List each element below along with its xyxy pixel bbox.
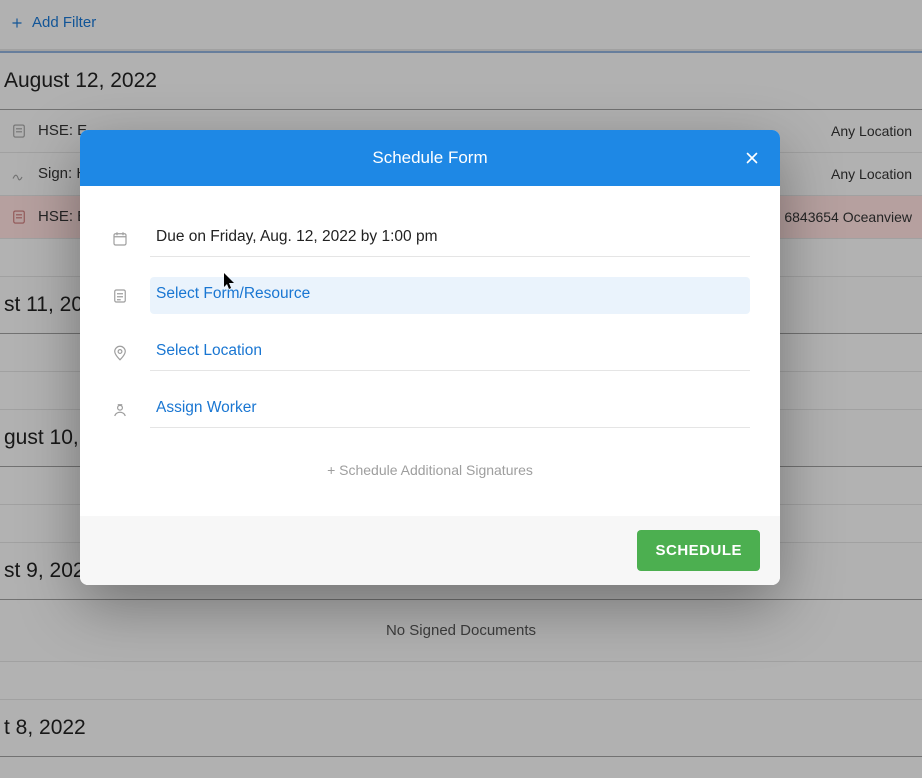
modal-footer: SCHEDULE [80, 516, 780, 585]
close-button[interactable] [738, 144, 766, 172]
select-form-link[interactable]: Select Form/Resource [150, 277, 750, 314]
modal-title: Schedule Form [372, 148, 487, 168]
modal-header: Schedule Form [80, 130, 780, 186]
schedule-form-modal: Schedule Form Due on Friday, Aug. 12, 20… [80, 130, 780, 585]
due-date-row[interactable]: Due on Friday, Aug. 12, 2022 by 1:00 pm [110, 210, 750, 267]
due-date-value: Due on Friday, Aug. 12, 2022 by 1:00 pm [150, 220, 750, 257]
schedule-button[interactable]: SCHEDULE [637, 530, 760, 571]
worker-icon [110, 400, 130, 420]
assign-worker-link[interactable]: Assign Worker [150, 391, 750, 428]
document-icon [110, 286, 130, 306]
close-icon [743, 149, 761, 167]
select-form-row[interactable]: Select Form/Resource [110, 267, 750, 324]
assign-worker-row[interactable]: Assign Worker [110, 381, 750, 438]
modal-body: Due on Friday, Aug. 12, 2022 by 1:00 pm … [80, 186, 780, 516]
select-location-row[interactable]: Select Location [110, 324, 750, 381]
select-location-link[interactable]: Select Location [150, 334, 750, 371]
location-icon [110, 343, 130, 363]
add-signatures-link[interactable]: + Schedule Additional Signatures [110, 438, 750, 504]
calendar-icon [110, 229, 130, 249]
